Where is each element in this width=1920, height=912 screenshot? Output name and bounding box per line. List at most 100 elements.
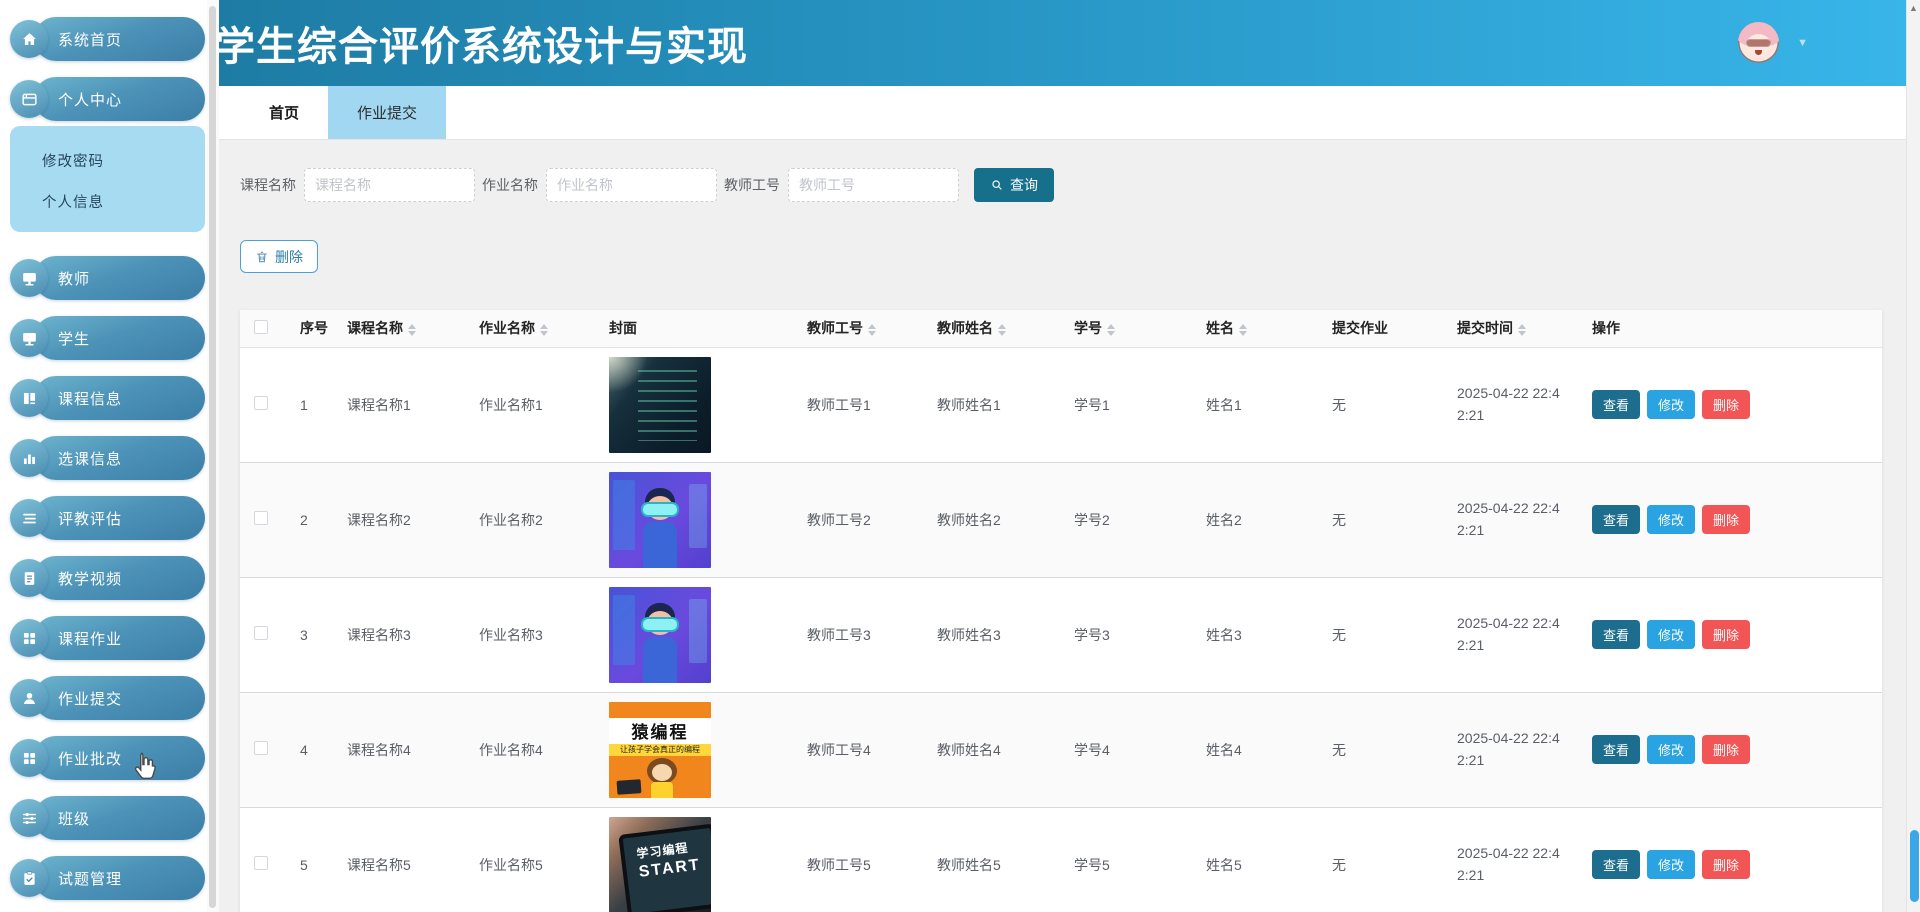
row-action-修改-button[interactable]: 修改 (1647, 390, 1695, 419)
batch-delete-button[interactable]: 删除 (240, 240, 318, 273)
cell-submitted: 无 (1318, 807, 1443, 912)
sidebar-scrollbar[interactable] (207, 0, 219, 912)
sidebar-item-课程作业[interactable]: 课程作业 (10, 616, 207, 660)
avatar[interactable] (1738, 22, 1779, 63)
cover-image-monkey-coding[interactable]: 猿编程让孩子学会真正的编程 (609, 702, 711, 798)
row-action-查看-button[interactable]: 查看 (1592, 505, 1640, 534)
sort-icon[interactable] (1107, 324, 1115, 336)
scroll-up-arrow-icon[interactable]: ▲ (1907, 3, 1920, 13)
row-action-查看-button[interactable]: 查看 (1592, 620, 1640, 649)
filter-input-作业名称[interactable] (546, 168, 717, 202)
sort-icon[interactable] (1518, 324, 1526, 336)
cover-image-vr-cartoon[interactable] (609, 472, 711, 568)
row-action-删除-button[interactable]: 删除 (1702, 620, 1750, 649)
column-header-label: 提交作业 (1332, 320, 1388, 336)
cover-image-tablet-start[interactable]: 学习编程START (609, 817, 711, 912)
row-action-删除-button[interactable]: 删除 (1702, 390, 1750, 419)
column-header-提交作业: 提交作业 (1318, 310, 1443, 347)
sidebar-pill[interactable]: 选课信息 (34, 436, 205, 480)
chevron-down-icon[interactable]: ▼ (1797, 37, 1808, 49)
sidebar-item-个人中心[interactable]: 个人中心 (10, 77, 207, 121)
sidebar-pill[interactable]: 课程作业 (34, 616, 205, 660)
user-icon (20, 689, 39, 708)
row-action-修改-button[interactable]: 修改 (1647, 620, 1695, 649)
sidebar-item-选课信息[interactable]: 选课信息 (10, 436, 207, 480)
filter-input-课程名称[interactable] (304, 168, 475, 202)
sort-icon[interactable] (540, 324, 548, 336)
sidebar-pill[interactable]: 系统首页 (34, 17, 205, 61)
row-action-查看-button[interactable]: 查看 (1592, 850, 1640, 879)
sidebar-pill[interactable]: 试题管理 (34, 856, 205, 900)
row-action-修改-button[interactable]: 修改 (1647, 505, 1695, 534)
sort-icon[interactable] (1239, 324, 1247, 336)
row-action-查看-button[interactable]: 查看 (1592, 735, 1640, 764)
header-select-all-cell[interactable] (240, 310, 286, 347)
sidebar-pill[interactable]: 教学视频 (34, 556, 205, 600)
row-action-修改-button[interactable]: 修改 (1647, 735, 1695, 764)
cover-image-code-screen[interactable] (609, 357, 711, 453)
book-icon (10, 379, 48, 417)
row-checkbox[interactable] (254, 741, 268, 755)
column-header-姓名[interactable]: 姓名 (1192, 310, 1318, 347)
user-menu[interactable]: ▼ (1738, 22, 1808, 63)
filter-input-教师工号[interactable] (788, 168, 959, 202)
tab-作业提交[interactable]: 作业提交 (328, 86, 446, 139)
row-checkbox[interactable] (254, 511, 268, 525)
table-row: 1课程名称1作业名称1教师工号1教师姓名1学号1姓名1无2025-04-22 2… (240, 347, 1882, 462)
sidebar-pill[interactable]: 作业批改 (34, 736, 205, 780)
submenu-item-个人信息[interactable]: 个人信息 (10, 181, 205, 222)
cover-image-vr-cartoon[interactable] (609, 587, 711, 683)
sidebar-item-系统首页[interactable]: 系统首页 (10, 17, 207, 61)
sidebar-item-课程信息[interactable]: 课程信息 (10, 376, 207, 420)
column-header-作业名称[interactable]: 作业名称 (465, 310, 595, 347)
sidebar-item-学生[interactable]: 学生 (10, 316, 207, 360)
sidebar-pill[interactable]: 评教评估 (34, 496, 205, 540)
sidebar-pill[interactable]: 教师 (34, 256, 205, 300)
sidebar-pill[interactable]: 作业提交 (34, 676, 205, 720)
app-window: 系统首页个人中心修改密码个人信息教师学生课程信息选课信息评教评估教学视频课程作业… (0, 0, 1920, 912)
row-checkbox[interactable] (254, 626, 268, 640)
sort-icon[interactable] (998, 324, 1006, 336)
select-all-checkbox[interactable] (254, 320, 268, 334)
sidebar-pill[interactable]: 个人中心 (34, 77, 205, 121)
row-action-删除-button[interactable]: 删除 (1702, 505, 1750, 534)
page-scrollbar-thumb[interactable] (1910, 830, 1919, 902)
cell-student-id: 学号2 (1060, 462, 1192, 577)
tab-首页[interactable]: 首页 (240, 86, 328, 139)
column-header-教师工号[interactable]: 教师工号 (793, 310, 923, 347)
page-scrollbar[interactable]: ▲ (1906, 0, 1920, 912)
sidebar-item-教学视频[interactable]: 教学视频 (10, 556, 207, 600)
sidebar-pill[interactable]: 课程信息 (34, 376, 205, 420)
main-area: 学生综合评价系统设计与实现 ▼ 首页作业提交 课程名称作业名称教师工号查询 (219, 0, 1906, 912)
row-action-删除-button[interactable]: 删除 (1702, 850, 1750, 879)
sidebar-item-作业批改[interactable]: 作业批改 (10, 736, 207, 780)
sidebar-item-label: 评教评估 (58, 508, 122, 529)
column-header-课程名称[interactable]: 课程名称 (333, 310, 465, 347)
doc-icon (20, 569, 39, 588)
column-header-学号[interactable]: 学号 (1060, 310, 1192, 347)
filter-label: 课程名称 (240, 175, 296, 195)
row-checkbox[interactable] (254, 396, 268, 410)
column-header-教师姓名[interactable]: 教师姓名 (923, 310, 1060, 347)
sort-icon[interactable] (408, 324, 416, 336)
cell-actions: 查看修改删除 (1578, 347, 1882, 462)
column-header-提交时间[interactable]: 提交时间 (1443, 310, 1578, 347)
search-button[interactable]: 查询 (974, 168, 1054, 202)
book-icon (20, 389, 39, 408)
sidebar-item-教师[interactable]: 教师 (10, 256, 207, 300)
cell-submitted: 无 (1318, 577, 1443, 692)
row-action-删除-button[interactable]: 删除 (1702, 735, 1750, 764)
sidebar-item-试题管理[interactable]: 试题管理 (10, 856, 207, 900)
list-icon (20, 509, 39, 528)
sidebar-item-班级[interactable]: 班级 (10, 796, 207, 840)
row-action-查看-button[interactable]: 查看 (1592, 390, 1640, 419)
row-checkbox[interactable] (254, 856, 268, 870)
sidebar-pill[interactable]: 学生 (34, 316, 205, 360)
sidebar-item-作业提交[interactable]: 作业提交 (10, 676, 207, 720)
sidebar-item-评教评估[interactable]: 评教评估 (10, 496, 207, 540)
sort-icon[interactable] (868, 324, 876, 336)
sidebar-scrollbar-thumb[interactable] (209, 6, 216, 908)
sidebar-pill[interactable]: 班级 (34, 796, 205, 840)
row-action-修改-button[interactable]: 修改 (1647, 850, 1695, 879)
submenu-item-修改密码[interactable]: 修改密码 (10, 140, 205, 181)
